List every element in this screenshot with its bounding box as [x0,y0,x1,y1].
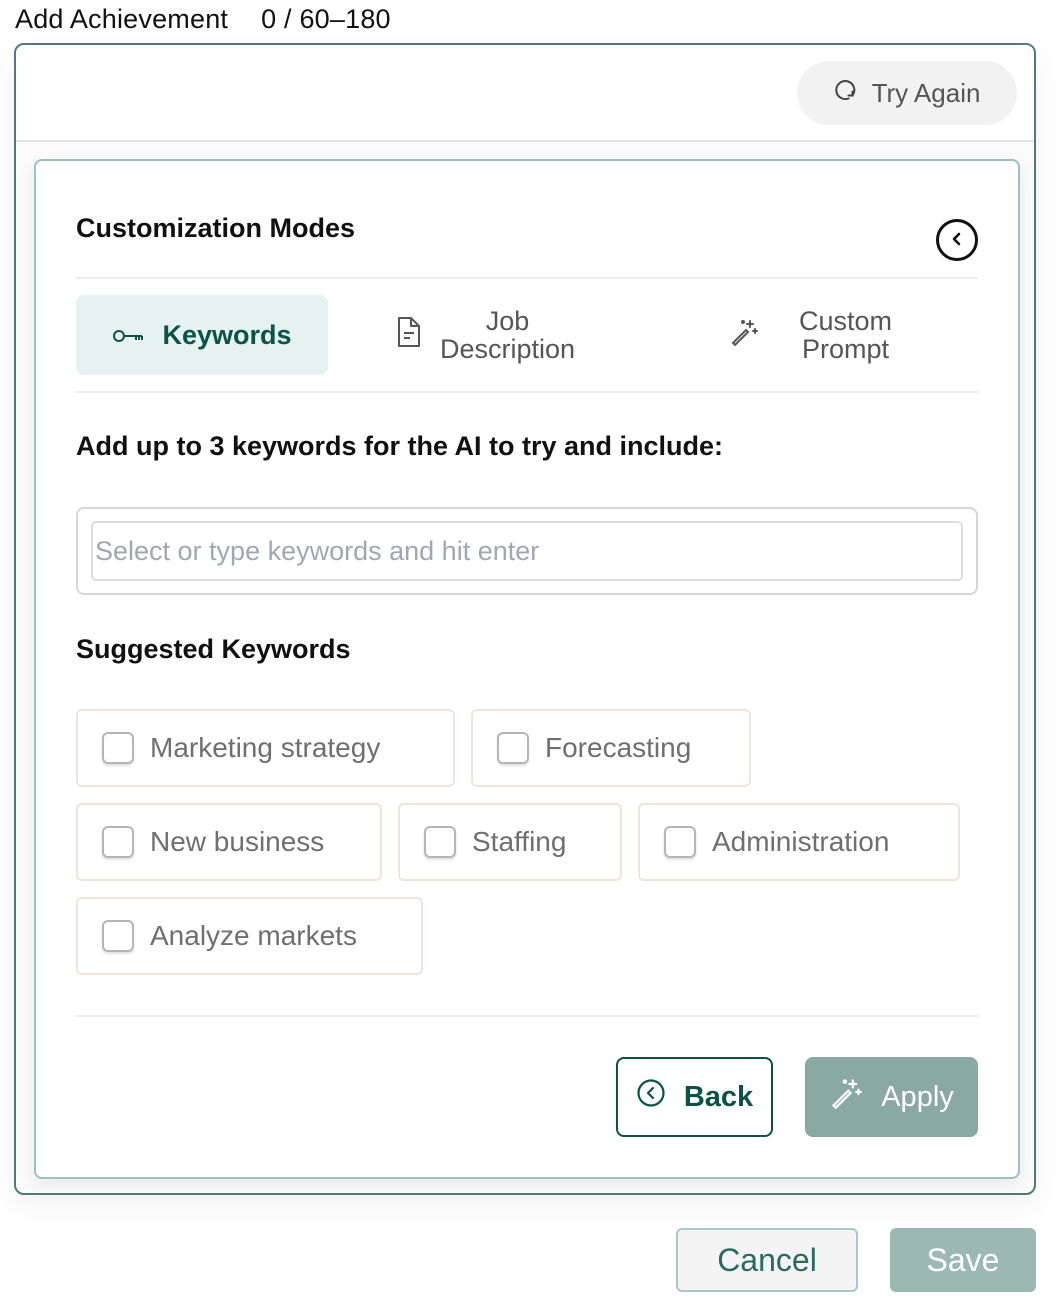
keyword-chip[interactable]: Analyze markets [76,897,423,975]
tab-keywords-label: Keywords [162,319,292,350]
keyword-chip[interactable]: Forecasting [471,709,751,787]
divider [76,277,978,279]
keyword-chip-label: Marketing strategy [150,732,381,763]
keyword-chip[interactable]: Staffing [398,803,622,881]
keyword-chip[interactable]: New business [76,803,382,881]
keyword-chip-label: Administration [712,826,890,857]
field-label: Add Achievement [15,4,229,34]
checkbox[interactable] [497,732,529,764]
document-icon [396,316,422,355]
tab-custom-prompt[interactable]: Custom Prompt [643,295,978,375]
field-header: Add Achievement 0 / 60–180 [15,4,391,35]
achievement-editor: Try Again Customization Modes Keywords J… [14,43,1036,1195]
checkbox[interactable] [424,826,456,858]
chevron-left-circle-icon [636,1078,666,1116]
mode-tabs: Keywords Job Description Custom Prompt [76,295,978,375]
tab-keywords[interactable]: Keywords [76,295,328,375]
keyword-chip-label: New business [150,826,325,857]
keyword-chip-label: Staffing [472,826,567,857]
customization-panel: Customization Modes Keywords Job Descrip… [34,159,1020,1179]
checkbox[interactable] [664,826,696,858]
key-icon [112,320,144,351]
chevron-left-icon [948,230,966,251]
refresh-icon [834,78,858,109]
checkbox[interactable] [102,732,134,764]
checkbox[interactable] [102,920,134,952]
divider [76,391,978,393]
panel-title: Customization Modes [76,213,356,243]
tab-job-description[interactable]: Job Description [328,295,643,375]
cancel-button[interactable]: Cancel [676,1228,858,1292]
tab-custom-prompt-label: Custom Prompt [798,306,893,364]
keyword-chip-label: Analyze markets [150,920,357,951]
keyword-chip[interactable]: Marketing strategy [76,709,455,787]
try-again-label: Try Again [871,77,981,108]
keyword-input[interactable] [91,521,963,581]
divider [76,1015,978,1017]
tab-job-description-label: Job Description [439,306,576,364]
magic-wand-icon [829,1076,863,1118]
keyword-instruction: Add up to 3 keywords for the AI to try a… [76,431,724,461]
checkbox[interactable] [102,826,134,858]
keyword-chip-label: Forecasting [545,732,692,763]
editor-toolbar: Try Again [16,45,1034,142]
apply-button[interactable]: Apply [805,1057,978,1137]
keyword-input-container [76,507,978,595]
keyword-chip[interactable]: Administration [638,803,960,881]
suggested-keywords-title: Suggested Keywords [76,634,351,664]
apply-label: Apply [881,1080,954,1113]
magic-wand-icon [729,317,759,354]
character-counter: 0 / 60–180 [261,4,391,34]
save-button[interactable]: Save [890,1228,1036,1292]
collapse-panel-button[interactable] [936,219,978,261]
try-again-button[interactable]: Try Again [797,61,1017,125]
back-button[interactable]: Back [616,1057,773,1137]
back-label: Back [683,1080,754,1113]
